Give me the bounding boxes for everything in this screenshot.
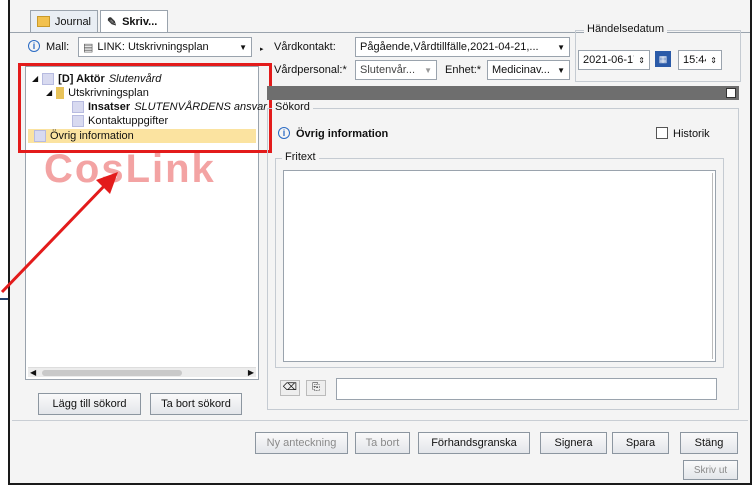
remove-sokord-button[interactable]: Ta bort sökord [150, 393, 242, 415]
enhet-label: Enhet:* [445, 64, 482, 76]
info-icon[interactable]: i [28, 40, 40, 52]
eraser-icon[interactable]: ⌫ [280, 380, 300, 396]
add-sokord-button[interactable]: Lägg till sökord [38, 393, 141, 415]
save-button[interactable]: Spara [612, 432, 669, 454]
tab-journal-label: Journal [54, 15, 91, 28]
historik-label: Historik [673, 128, 710, 140]
edit-note-icon: ✎ [107, 15, 118, 29]
splitter-arrow-icon[interactable]: ▸ [260, 45, 264, 53]
vardpersonal-select[interactable]: Slutenvår... ▼ [355, 60, 437, 80]
fritext-textarea[interactable] [283, 170, 716, 362]
print-button[interactable]: Skriv ut [683, 460, 738, 480]
preview-button[interactable]: Förhandsgranska [418, 432, 530, 454]
template-icon: ▤ [83, 41, 94, 54]
vardpersonal-value: Slutenvår... [360, 64, 416, 76]
chevron-down-icon: ▼ [239, 42, 247, 52]
time-value: 15:44 [683, 54, 706, 66]
mall-select[interactable]: ▤ LINK: Utskrivningsplan ▼ [78, 37, 252, 57]
handelsedatum-title: Händelsedatum [584, 23, 668, 35]
vardkontakt-select[interactable]: Pågående,Vårdtillfälle,2021-04-21,... ▼ [355, 37, 570, 57]
spinner-icon[interactable]: ⇕ [710, 56, 717, 65]
textarea-scrollbar[interactable] [712, 173, 713, 359]
fritext-title: Fritext [282, 151, 319, 163]
tab-skriv[interactable]: ✎ Skriv... [100, 10, 168, 33]
horizontal-scrollbar[interactable]: ◀ ▶ [28, 367, 256, 377]
maximize-icon[interactable] [726, 88, 736, 98]
vardkontakt-value: Pågående,Vårdtillfälle,2021-04-21,... [360, 41, 539, 53]
info-icon[interactable]: i [278, 127, 290, 139]
mall-label: Mall: [46, 41, 70, 53]
sokord-heading: Övrig information [296, 128, 389, 140]
attachment-icon[interactable]: ⎘ [306, 380, 326, 396]
calendar-icon[interactable]: ▦ [655, 51, 671, 67]
chevron-down-icon: ▼ [557, 42, 565, 52]
scroll-left-icon[interactable]: ◀ [30, 368, 36, 377]
spinner-icon[interactable]: ⇕ [638, 56, 645, 65]
scrollbar-thumb[interactable] [42, 370, 182, 376]
chevron-down-icon: ▼ [424, 65, 432, 75]
chevron-down-icon: ▼ [557, 65, 565, 75]
bottom-divider [12, 420, 748, 421]
vardkontakt-label: Vårdkontakt: [274, 41, 336, 53]
historik-checkbox[interactable] [656, 127, 668, 139]
attachment-field[interactable] [336, 378, 717, 400]
tab-journal[interactable]: Journal [30, 10, 98, 32]
mall-select-value: LINK: Utskrivningsplan [97, 41, 209, 53]
delete-button[interactable]: Ta bort [355, 432, 410, 454]
enhet-select[interactable]: Medicinav... ▼ [487, 60, 570, 80]
date-value: 2021-06-17 [583, 54, 635, 66]
sokord-title: Sökord [272, 101, 313, 113]
annotation-highlight-box [18, 63, 272, 153]
folder-icon [37, 16, 50, 27]
annotation-arrow [0, 172, 118, 294]
close-button[interactable]: Stäng [680, 432, 738, 454]
section-header-bar [267, 86, 739, 100]
tab-skriv-label: Skriv... [122, 16, 158, 28]
sign-button[interactable]: Signera [540, 432, 607, 454]
enhet-value: Medicinav... [492, 64, 550, 76]
scroll-right-icon[interactable]: ▶ [248, 368, 254, 377]
date-field[interactable]: 2021-06-17 ⇕ [578, 50, 650, 70]
new-note-button[interactable]: Ny anteckning [255, 432, 348, 454]
vardpersonal-label: Vårdpersonal:* [274, 64, 347, 76]
time-field[interactable]: 15:44 ⇕ [678, 50, 722, 70]
